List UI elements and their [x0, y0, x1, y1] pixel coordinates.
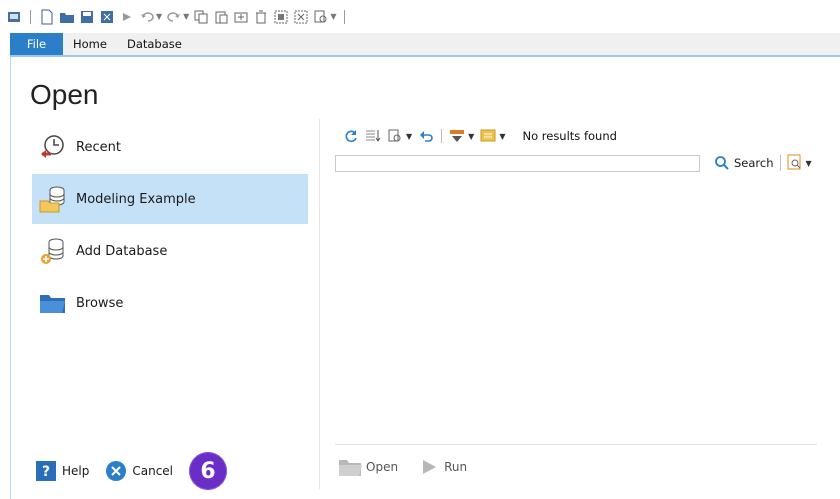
backstage-footer: ? Help Cancel 6	[35, 452, 228, 490]
cancel-label: Cancel	[132, 464, 174, 478]
run-button[interactable]: Run	[416, 457, 467, 477]
recent-clock-icon	[38, 132, 68, 162]
backstage-panel: Open Recent Modeling Example Add Databas…	[10, 55, 840, 499]
run-icon[interactable]	[119, 9, 135, 25]
filter-icon[interactable]	[449, 128, 465, 144]
nav-item-label: Modeling Example	[76, 191, 196, 207]
search-button-label: Search	[734, 156, 774, 170]
help-label: Help	[62, 464, 90, 478]
find-icon[interactable]	[313, 9, 329, 25]
view-options-dropdown-icon[interactable]: ▼	[406, 132, 412, 141]
undo-dropdown-icon[interactable]: ▼	[156, 12, 162, 21]
toolbar-separator	[441, 129, 443, 143]
page-title: Open	[30, 79, 99, 110]
paste-icon[interactable]	[213, 9, 229, 25]
nav-item-modeling-example[interactable]: Modeling Example	[32, 174, 308, 224]
search-row: Search ▼	[335, 154, 815, 172]
label-tag-dropdown-icon[interactable]: ▼	[499, 132, 505, 141]
back-arrow-icon[interactable]	[418, 128, 434, 144]
result-actions: Open Run	[338, 457, 485, 477]
copy-icon[interactable]	[193, 9, 209, 25]
run-button-label: Run	[444, 460, 468, 474]
view-options-icon[interactable]	[387, 128, 403, 144]
toolbar-separator	[30, 9, 31, 24]
refresh-icon[interactable]	[343, 128, 359, 144]
cancel-icon	[105, 460, 127, 482]
search-options-icon[interactable]	[787, 154, 803, 173]
add-database-icon	[38, 236, 68, 266]
app-icon[interactable]	[6, 9, 22, 25]
svg-text:?: ?	[42, 464, 50, 480]
open-button-label: Open	[366, 460, 399, 474]
open-button[interactable]: Open	[338, 457, 398, 477]
nav-item-add-database[interactable]: Add Database	[32, 226, 308, 276]
nav-item-browse[interactable]: Browse	[32, 278, 308, 328]
toolbar-separator	[344, 9, 346, 24]
redo-icon[interactable]	[166, 9, 182, 25]
ribbon-tabs: File Home Database	[10, 33, 840, 55]
redo-dropdown-icon[interactable]: ▼	[183, 12, 189, 21]
tab-home[interactable]: Home	[63, 33, 117, 55]
status-message: No results found	[522, 129, 617, 143]
nav-item-label: Add Database	[76, 243, 168, 259]
nav-item-label: Recent	[76, 139, 121, 155]
undo-icon[interactable]	[139, 9, 155, 25]
quick-access-toolbar: ▼ ▼ ▼	[0, 0, 840, 33]
open-folder-icon[interactable]	[59, 9, 75, 25]
run-icon	[416, 457, 442, 477]
clear-selection-icon[interactable]	[293, 9, 309, 25]
search-options-dropdown-icon[interactable]: ▼	[806, 159, 812, 168]
new-file-icon[interactable]	[39, 9, 55, 25]
panel-divider	[319, 119, 320, 489]
results-toolbar: ▼ ▼ ▼ No results found	[340, 127, 617, 145]
tab-database[interactable]: Database	[117, 33, 192, 55]
search-icon	[714, 155, 730, 171]
folder-icon	[38, 288, 68, 318]
cancel-button[interactable]: Cancel	[105, 460, 173, 482]
label-tag-icon[interactable]	[480, 128, 496, 144]
open-folder-icon	[338, 457, 364, 477]
save-icon[interactable]	[79, 9, 95, 25]
open-nav-list: Recent Modeling Example Add Database Bro…	[32, 122, 308, 330]
duplicate-icon[interactable]	[233, 9, 249, 25]
nav-item-label: Browse	[76, 295, 124, 311]
help-button[interactable]: ? Help	[35, 460, 89, 482]
delete-icon[interactable]	[253, 9, 269, 25]
save-as-icon[interactable]	[99, 9, 115, 25]
help-icon: ?	[35, 460, 57, 482]
sort-icon[interactable]	[365, 128, 381, 144]
search-input[interactable]	[335, 154, 700, 172]
toolbar-separator	[779, 155, 781, 171]
step-badge: 6	[189, 452, 228, 490]
actions-divider	[335, 444, 817, 445]
panel-left-border	[10, 57, 11, 499]
tab-file[interactable]: File	[10, 33, 63, 55]
filter-dropdown-icon[interactable]: ▼	[468, 132, 474, 141]
nav-item-recent[interactable]: Recent	[32, 122, 308, 172]
search-button[interactable]: Search	[714, 155, 774, 171]
select-all-icon[interactable]	[273, 9, 289, 25]
database-folder-icon	[38, 184, 68, 214]
find-dropdown-icon[interactable]: ▼	[330, 12, 336, 21]
